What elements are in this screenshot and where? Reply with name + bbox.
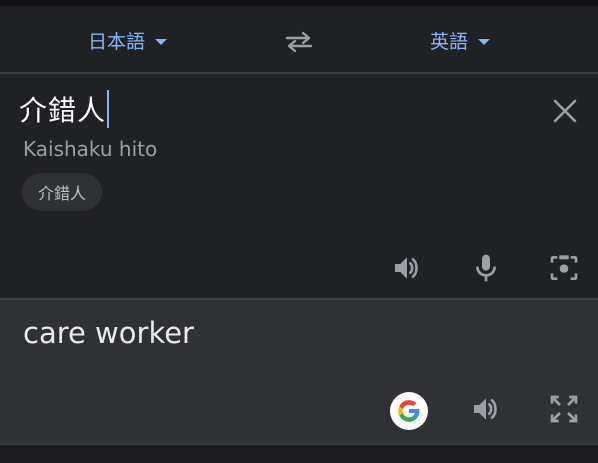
fullscreen-button[interactable] xyxy=(546,391,582,427)
voice-input-button[interactable] xyxy=(468,250,504,286)
camera-translate-button[interactable] xyxy=(546,250,582,286)
suggestion-chip[interactable]: 介錯人 xyxy=(22,173,103,211)
result-panel: care worker xyxy=(0,300,598,444)
google-logo-icon xyxy=(398,400,420,422)
translation-text: care worker xyxy=(23,316,194,350)
translation-listen-button[interactable] xyxy=(468,391,504,427)
source-language-selector[interactable]: 日本語 xyxy=(88,26,168,54)
chevron-down-icon xyxy=(155,38,168,45)
google-search-button[interactable] xyxy=(390,392,428,430)
clear-button[interactable] xyxy=(550,96,580,126)
source-listen-button[interactable] xyxy=(389,250,425,286)
source-panel: 介錯人 Kaishaku hito 介錯人 xyxy=(0,74,598,298)
swap-languages-icon xyxy=(285,31,313,53)
language-bar: 日本語 英語 xyxy=(0,6,598,72)
target-language-selector[interactable]: 英語 xyxy=(430,26,491,54)
close-icon xyxy=(553,99,577,123)
bottom-bar xyxy=(0,444,598,463)
text-cursor xyxy=(107,90,110,128)
source-language-label: 日本語 xyxy=(88,30,146,53)
source-text: 介錯人 xyxy=(19,94,107,127)
fullscreen-icon xyxy=(550,395,578,423)
microphone-icon xyxy=(476,254,496,282)
speaker-icon xyxy=(474,398,497,420)
swap-languages-button[interactable] xyxy=(283,30,315,54)
chevron-down-icon xyxy=(478,38,491,45)
source-input[interactable]: 介錯人 xyxy=(19,89,110,129)
target-language-label: 英語 xyxy=(430,30,469,53)
speaker-icon xyxy=(395,257,418,279)
romanization-text: Kaishaku hito xyxy=(23,137,158,161)
camera-icon xyxy=(550,255,578,280)
